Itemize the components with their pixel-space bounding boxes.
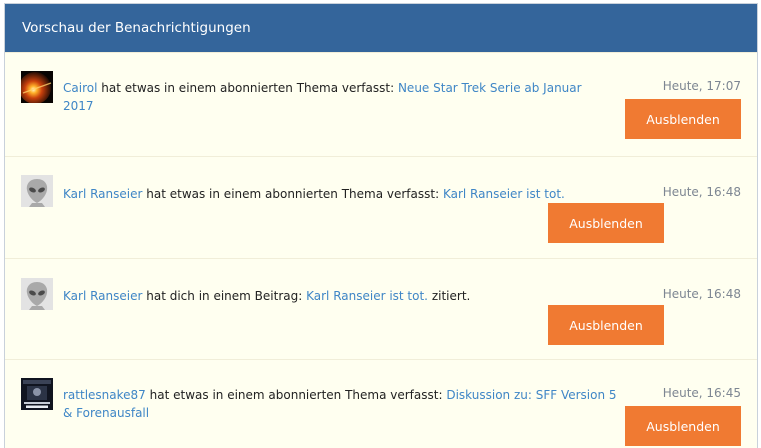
notification-action: hat etwas in einem abonnierten Thema ver… [146, 187, 440, 201]
hide-button[interactable]: Ausblenden [548, 203, 664, 243]
notification-text: Karl Ranseier hat dich in einem Beitrag:… [63, 287, 623, 305]
hide-button[interactable]: Ausblenden [548, 305, 664, 345]
star-trek-poster-icon [21, 378, 53, 410]
hide-button[interactable]: Ausblenden [625, 406, 741, 446]
hide-button[interactable]: Ausblenden [625, 99, 741, 139]
timestamp: Heute, 16:48 [662, 287, 741, 301]
notification-action: hat etwas in einem abonnierten Thema ver… [101, 81, 395, 95]
user-link[interactable]: Karl Ranseier [63, 187, 142, 201]
notification-item: rattlesnake87 hat etwas in einem abonnie… [5, 359, 757, 448]
notification-action: hat etwas in einem abonnierten Thema ver… [149, 388, 443, 402]
notification-suffix: zitiert. [431, 289, 471, 303]
flare-image-icon [21, 71, 53, 103]
user-link[interactable]: Cairol [63, 81, 97, 95]
notification-text: Karl Ranseier hat etwas in einem abonnie… [63, 185, 623, 203]
notification-panel: Vorschau der Benachrichtigungen Cairol h… [4, 3, 758, 448]
alien-avatar-icon [21, 175, 53, 207]
notification-action: hat dich in einem Beitrag: [146, 289, 303, 303]
notification-text: Cairol hat etwas in einem abonnierten Th… [63, 79, 593, 115]
notification-text: rattlesnake87 hat etwas in einem abonnie… [63, 386, 623, 422]
notification-item: Karl Ranseier hat dich in einem Beitrag:… [5, 258, 757, 359]
alien-avatar-icon [21, 278, 53, 310]
user-link[interactable]: Karl Ranseier [63, 289, 142, 303]
user-link[interactable]: rattlesnake87 [63, 388, 146, 402]
notification-item: Cairol hat etwas in einem abonnierten Th… [5, 52, 757, 156]
timestamp: Heute, 16:45 [662, 386, 741, 400]
panel-title: Vorschau der Benachrichtigungen [22, 20, 251, 36]
panel-header: Vorschau der Benachrichtigungen [5, 4, 757, 52]
timestamp: Heute, 17:07 [662, 79, 741, 93]
thread-link[interactable]: Karl Ranseier ist tot. [306, 289, 428, 303]
avatar[interactable] [21, 71, 53, 103]
thread-link[interactable]: Karl Ranseier ist tot. [443, 187, 565, 201]
notification-item: Karl Ranseier hat etwas in einem abonnie… [5, 156, 757, 258]
avatar[interactable] [21, 278, 53, 310]
timestamp: Heute, 16:48 [662, 185, 741, 199]
avatar[interactable] [21, 378, 53, 410]
avatar[interactable] [21, 175, 53, 207]
